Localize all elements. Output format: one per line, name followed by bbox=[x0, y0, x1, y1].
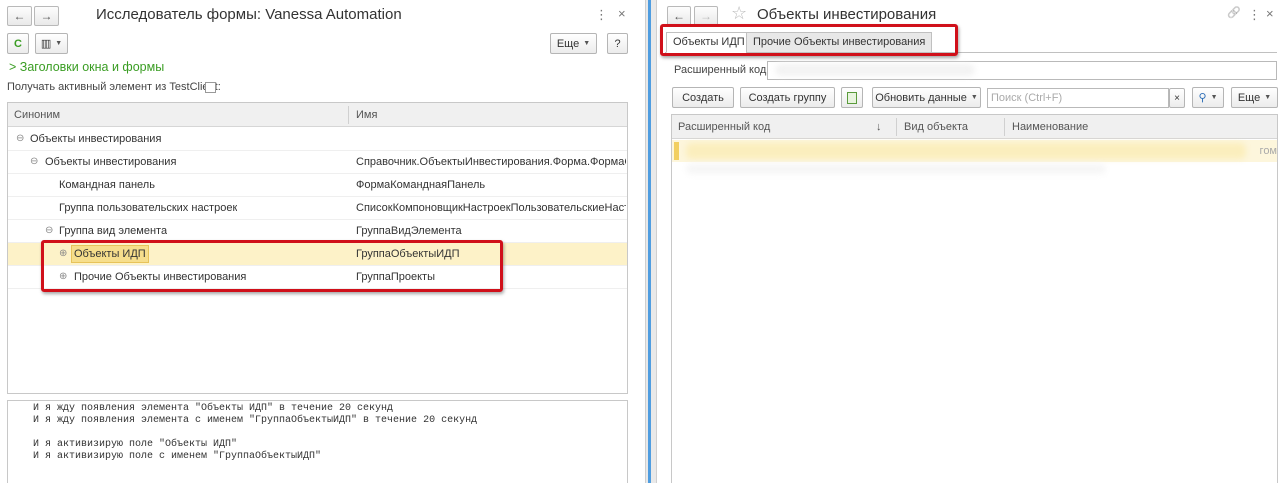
column-header-name[interactable]: Имя bbox=[350, 103, 620, 127]
log-line: И я жду появления элемента с именем "Гру… bbox=[33, 415, 478, 426]
search-icon: ⚲ bbox=[1198, 92, 1207, 104]
row-name: СписокКомпоновщикНастроекПользовательски… bbox=[356, 202, 626, 214]
row-synonym: Группа пользовательских настроек bbox=[59, 202, 238, 214]
arrow-left-icon: ← bbox=[13, 9, 26, 23]
chevron-down-icon: ▼ bbox=[55, 40, 63, 47]
window-title: Исследователь формы: Vanessa Automation bbox=[96, 6, 402, 23]
more-menu-icon[interactable]: ⋮ bbox=[1248, 7, 1261, 23]
table-header: Расширенный код ↓ Вид объекта Наименован… bbox=[672, 115, 1277, 139]
copy-button[interactable] bbox=[841, 87, 863, 108]
log-line: И я активизирую поле "Объекты ИДП" bbox=[33, 439, 238, 450]
row-name: ГруппаВидЭлемента bbox=[356, 225, 462, 237]
column-divider bbox=[1004, 118, 1005, 136]
collapse-icon[interactable]: ⊖ bbox=[16, 128, 24, 150]
column-divider bbox=[348, 106, 349, 124]
refresh-data-button[interactable]: Обновить данные ▼ bbox=[872, 87, 981, 108]
section-title: Заголовки окна и формы bbox=[19, 60, 165, 74]
chevron-down-icon: ▼ bbox=[970, 94, 978, 101]
investment-objects-window: ← → ☆ Объекты инвестирования 🔗 ⋮ × Объек… bbox=[657, 0, 1280, 483]
chevron-down-icon: ▼ bbox=[583, 40, 591, 47]
ext-code-label: Расширенный код: bbox=[674, 64, 770, 76]
column-header-synonym[interactable]: Синоним bbox=[8, 103, 348, 127]
row-synonym: Группа вид элемента bbox=[59, 225, 168, 237]
blurred-value bbox=[775, 64, 975, 76]
create-group-button[interactable]: Создать группу bbox=[740, 87, 835, 108]
collapse-icon[interactable]: ⊖ bbox=[30, 151, 38, 173]
more-button[interactable]: Еще ▼ bbox=[1231, 87, 1278, 108]
close-icon[interactable]: × bbox=[618, 6, 626, 21]
highlight-box bbox=[41, 240, 503, 292]
more-button[interactable]: Еще ▼ bbox=[550, 33, 597, 54]
view-settings-button[interactable]: ▥ ▼ bbox=[35, 33, 68, 54]
section-window-headers[interactable]: > Заголовки окна и формы bbox=[9, 60, 164, 74]
sort-desc-icon[interactable]: ↓ bbox=[876, 115, 890, 139]
back-button[interactable]: ← bbox=[667, 6, 691, 26]
row-marker bbox=[674, 142, 679, 160]
refresh-icon: C bbox=[14, 37, 22, 50]
table-row[interactable]: Командная панель ФормаКоманднаяПанель bbox=[8, 174, 627, 197]
highlight-box bbox=[660, 24, 958, 56]
close-icon[interactable]: × bbox=[1266, 6, 1274, 21]
row-synonym: Объекты инвестирования bbox=[30, 133, 162, 145]
help-button[interactable]: ? bbox=[607, 33, 628, 54]
column-header-object-type[interactable]: Вид объекта bbox=[898, 115, 1004, 139]
search-button[interactable]: ⚲ ▼ bbox=[1192, 87, 1224, 108]
favorite-star-icon[interactable]: ☆ bbox=[731, 3, 747, 24]
table-row[interactable]: ⊖ Объекты инвестирования bbox=[8, 128, 627, 151]
column-divider bbox=[896, 118, 897, 136]
chevron-down-icon: ▼ bbox=[1264, 94, 1272, 101]
row-name: Справочник.ОбъектыИнвестирования.Форма.Ф… bbox=[356, 156, 626, 168]
table-header: Синоним Имя bbox=[8, 103, 627, 127]
arrow-right-icon: → bbox=[40, 9, 53, 23]
collapse-icon[interactable]: ⊖ bbox=[45, 220, 53, 242]
search-input[interactable]: Поиск (Ctrl+F) bbox=[987, 88, 1169, 108]
splitter-line bbox=[648, 0, 651, 483]
back-button[interactable]: ← bbox=[7, 6, 32, 26]
refresh-button[interactable]: C bbox=[7, 33, 29, 54]
help-icon: ? bbox=[614, 37, 621, 50]
row-name-tail: гом bbox=[1259, 145, 1277, 157]
column-header-name[interactable]: Наименование bbox=[1006, 115, 1276, 139]
more-menu-icon[interactable]: ⋮ bbox=[595, 7, 608, 23]
forward-button[interactable]: → bbox=[694, 6, 718, 26]
column-header-ext-code[interactable]: Расширенный код bbox=[672, 115, 892, 139]
log-line: И я жду появления элемента "Объекты ИДП"… bbox=[33, 403, 394, 414]
arrow-left-icon: ← bbox=[673, 9, 685, 23]
clear-search-button[interactable]: × bbox=[1169, 88, 1185, 108]
table-row-selected[interactable]: гом bbox=[672, 140, 1277, 162]
form-explorer-window: ← → Исследователь формы: Vanessa Automat… bbox=[0, 0, 645, 483]
table-row[interactable]: ⊖ Объекты инвестирования Справочник.Объе… bbox=[8, 151, 627, 174]
blurred-row-content bbox=[686, 143, 1246, 159]
active-element-checkbox[interactable] bbox=[205, 82, 216, 93]
row-name: ФормаКоманднаяПанель bbox=[356, 179, 486, 191]
table-row[interactable]: Группа пользовательских настроек СписокК… bbox=[8, 197, 627, 220]
arrow-right-icon: → bbox=[700, 9, 712, 23]
objects-table: Расширенный код ↓ Вид объекта Наименован… bbox=[671, 114, 1278, 483]
row-synonym: Командная панель bbox=[59, 179, 155, 191]
document-refresh-icon bbox=[847, 91, 857, 104]
splitter[interactable] bbox=[645, 0, 657, 483]
list-view-icon: ▥ bbox=[40, 38, 52, 50]
forward-button[interactable]: → bbox=[34, 6, 59, 26]
link-icon[interactable]: 🔗 bbox=[1227, 6, 1241, 19]
active-element-label: Получать активный элемент из TestClient: bbox=[7, 81, 221, 93]
log-line: И я активизирую поле с именем "ГруппаОбъ… bbox=[33, 451, 322, 462]
create-button[interactable]: Создать bbox=[672, 87, 734, 108]
more-button-label: Еще bbox=[1237, 91, 1261, 104]
row-synonym: Объекты инвестирования bbox=[45, 156, 177, 168]
chevron-right-icon: > bbox=[9, 60, 17, 74]
blurred-row-content bbox=[686, 164, 1106, 174]
refresh-data-label: Обновить данные bbox=[875, 91, 967, 104]
more-button-label: Еще bbox=[556, 37, 580, 50]
chevron-down-icon: ▼ bbox=[1210, 94, 1218, 101]
window-title: Объекты инвестирования bbox=[757, 6, 937, 23]
step-log[interactable]: И я жду появления элемента "Объекты ИДП"… bbox=[7, 400, 628, 483]
